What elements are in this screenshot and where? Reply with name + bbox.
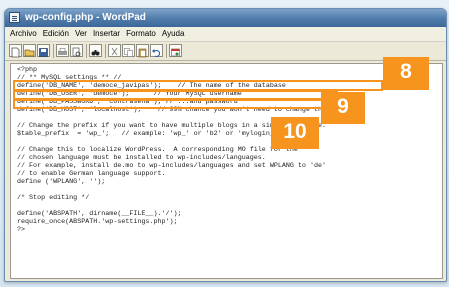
date-time-icon[interactable]	[169, 44, 182, 57]
cut-icon[interactable]	[108, 44, 121, 57]
code-line: /* Stop editing */	[17, 194, 90, 202]
code-line: // For example, install de.mo to wp-incl…	[17, 162, 327, 170]
undo-icon[interactable]	[150, 44, 163, 57]
title-bar: wp-config.php - WordPad	[5, 9, 446, 27]
code-line: define ('WPLANG', '');	[17, 178, 106, 186]
toolbar-separator	[105, 44, 106, 58]
menu-edicion[interactable]: Edición	[40, 27, 72, 41]
new-document-icon[interactable]	[9, 44, 22, 58]
save-icon[interactable]	[37, 44, 50, 57]
menu-bar: Archivo Edición Ver Insertar Formato Ayuda	[5, 27, 446, 42]
wordpad-icon	[9, 12, 20, 23]
copy-icon[interactable]	[122, 44, 135, 57]
toolbar-separator	[53, 44, 54, 58]
menu-formato[interactable]: Formato	[123, 27, 159, 41]
menu-ayuda[interactable]: Ayuda	[159, 27, 188, 41]
menu-insertar[interactable]: Insertar	[90, 27, 123, 41]
toolbar-separator	[166, 44, 167, 58]
code-line: define('ABSPATH', dirname(__FILE__).'/')…	[17, 210, 182, 218]
toolbar	[5, 42, 446, 61]
wordpad-window: wp-config.php - WordPad Archivo Edición Ve…	[4, 8, 447, 282]
highlight-db-password	[13, 98, 327, 109]
code-line: <?php	[17, 66, 38, 74]
callout-number-9: 9	[321, 92, 365, 124]
print-icon[interactable]	[56, 44, 69, 57]
menu-archivo[interactable]: Archivo	[7, 27, 40, 41]
callout-number-10: 10	[271, 117, 319, 149]
window-title: wp-config.php - WordPad	[25, 12, 146, 23]
code-line: // to enable German language support.	[17, 170, 166, 178]
code-line: require_once(ABSPATH.'wp-settings.php');	[17, 218, 178, 226]
code-line: ?>	[17, 226, 26, 234]
callout-number-8: 8	[383, 57, 429, 90]
open-folder-icon[interactable]	[23, 44, 36, 57]
paste-icon[interactable]	[136, 44, 149, 58]
code-line: // chosen language must be installed to …	[17, 154, 266, 162]
toolbar-separator	[86, 44, 87, 58]
menu-ver[interactable]: Ver	[72, 27, 90, 41]
find-icon[interactable]	[89, 44, 102, 57]
print-preview-icon[interactable]	[70, 44, 83, 57]
